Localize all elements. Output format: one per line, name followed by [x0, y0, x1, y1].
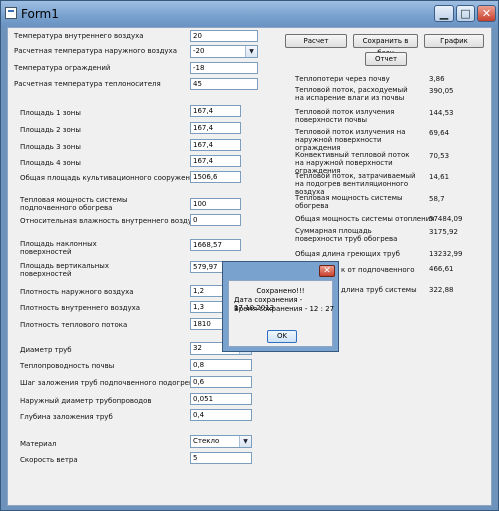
inclined-area-input[interactable]: 1668,57 [190, 239, 241, 251]
total-area-input[interactable]: 1506,6 [190, 171, 241, 183]
result-label: Тепловой поток, расходуемый на испарение… [295, 86, 408, 102]
dialog-message-title: Сохранено!!! [256, 287, 305, 295]
result-value: 466,61 [429, 265, 454, 273]
pipe-diameter-value: 32 [193, 344, 202, 352]
result-label: к от подпочвенного [341, 266, 415, 274]
result-label: Суммарная площадь поверхности труб обогр… [295, 227, 398, 243]
coolant-temp-input[interactable]: 45 [190, 78, 258, 90]
result-value: 3175,92 [429, 228, 458, 236]
chevron-down-icon[interactable]: ▼ [245, 46, 257, 57]
heating-power-label: Тепловая мощность системы подпочвенного … [20, 196, 128, 212]
inclined-area-label: Площадь наклонных поверхностей [20, 240, 97, 256]
envelope-temp-label: Температура ограждений [14, 64, 111, 72]
result-label: Общая мощность системы отопления [295, 215, 435, 223]
material-value: Стекло [193, 437, 220, 445]
result-label: Тепловая мощность системы обогрева [295, 194, 403, 210]
wind-speed-label: Скорость ветра [20, 456, 78, 464]
calculate-button[interactable]: Расчет [285, 34, 347, 48]
material-label: Материал [20, 440, 57, 448]
close-button[interactable]: ✕ [477, 5, 496, 22]
outer-density-label: Плотность наружного воздуха [20, 288, 134, 296]
graph-button[interactable]: График [424, 34, 484, 48]
vertical-area-label: Площадь вертикальных поверхностей [20, 262, 109, 278]
result-value: 322,88 [429, 286, 454, 294]
outer-temp-value: -20 [193, 47, 205, 55]
dialog-body: Сохранено!!! Дата сохранения - 17.10.201… [228, 280, 334, 347]
save-to-db-button[interactable]: Сохранить в базу [353, 34, 418, 57]
pipe-step-input[interactable]: 0,6 [190, 376, 252, 388]
main-window: Form1 ▁ □ ✕ Температура внутреннего возд… [0, 0, 499, 511]
dialog-message-time: Время сохранения - 12 : 27 [234, 305, 335, 313]
pipe-depth-label: Глубина заложения труб [20, 413, 113, 421]
result-label: Тепловой поток излучения на наружной пов… [295, 128, 406, 152]
wind-speed-input[interactable]: 5 [190, 452, 252, 464]
result-value: 144,53 [429, 109, 454, 117]
window-title: Form1 [21, 7, 59, 21]
chevron-down-icon[interactable]: ▼ [239, 436, 251, 447]
result-value: 57484,09 [429, 215, 463, 223]
zone4-input[interactable]: 167,4 [190, 155, 241, 167]
humidity-input[interactable]: 0 [190, 214, 241, 226]
ok-button[interactable]: OK [267, 330, 297, 343]
soil-conductivity-label: Теплопроводность почвы [20, 362, 115, 370]
zone3-label: Площадь 3 зоны [20, 143, 81, 151]
result-value: 3,86 [429, 75, 445, 83]
report-button[interactable]: Отчет [365, 52, 407, 66]
zone2-label: Площадь 2 зоны [20, 126, 81, 134]
heating-power-input[interactable]: 100 [190, 198, 241, 210]
save-confirmation-dialog: ✕ Сохранено!!! Дата сохранения - 17.10.2… [222, 261, 339, 352]
envelope-temp-input[interactable]: -18 [190, 62, 258, 74]
maximize-button[interactable]: □ [456, 5, 475, 22]
result-value: 70,53 [429, 152, 450, 160]
zone1-input[interactable]: 167,4 [190, 105, 241, 117]
title-bar[interactable]: Form1 ▁ □ ✕ [1, 1, 498, 27]
result-value: 13232,99 [429, 250, 463, 258]
outer-temp-label: Расчетная температура наружного воздуха [14, 47, 177, 55]
result-value: 390,05 [429, 87, 454, 95]
material-select[interactable]: Стекло ▼ [190, 435, 252, 448]
outer-temp-select[interactable]: -20 ▼ [190, 45, 258, 58]
pipe-step-label: Шаг заложения труб подпочвенного подогре… [20, 379, 198, 387]
zone2-input[interactable]: 167,4 [190, 122, 241, 134]
humidity-label: Относительная влажность внутреннего возд… [20, 217, 201, 225]
zone1-label: Площадь 1 зоны [20, 109, 81, 117]
result-label: Тепловой поток излучения поверхности поч… [295, 108, 395, 124]
zone4-label: Площадь 4 зоны [20, 159, 81, 167]
soil-conductivity-input[interactable]: 0,8 [190, 359, 252, 371]
coolant-temp-label: Расчетная температура теплоносителя [14, 80, 161, 88]
result-label: Тепловой поток, затрачиваемый на подогре… [295, 172, 416, 196]
outer-diameter-label: Наружный диаметр трубопроводов [20, 397, 152, 405]
zone3-input[interactable]: 167,4 [190, 139, 241, 151]
result-label: длина труб системы [341, 286, 417, 294]
coolant-density-label: Плотность теплового потока [20, 321, 128, 329]
outer-diameter-input[interactable]: 0,051 [190, 393, 252, 405]
total-area-label: Общая площадь культивационного сооружени… [20, 174, 199, 182]
result-value: 58,7 [429, 195, 445, 203]
result-value: 14,61 [429, 173, 450, 181]
pipe-depth-input[interactable]: 0,4 [190, 409, 252, 421]
dialog-close-button[interactable]: ✕ [319, 265, 335, 277]
minimize-button[interactable]: ▁ [434, 5, 454, 22]
pipe-diameter-label: Диаметр труб [20, 346, 72, 354]
inner-temp-input[interactable]: 20 [190, 30, 258, 42]
inner-temp-label: Температура внутреннего воздуха [14, 32, 144, 40]
result-label: Общая длина греющих труб [295, 250, 400, 258]
result-label: Теплопотери через почву [295, 75, 390, 83]
result-value: 69,64 [429, 129, 450, 137]
inner-density-label: Плотность внутреннего воздуха [20, 304, 141, 312]
app-icon [5, 7, 17, 19]
